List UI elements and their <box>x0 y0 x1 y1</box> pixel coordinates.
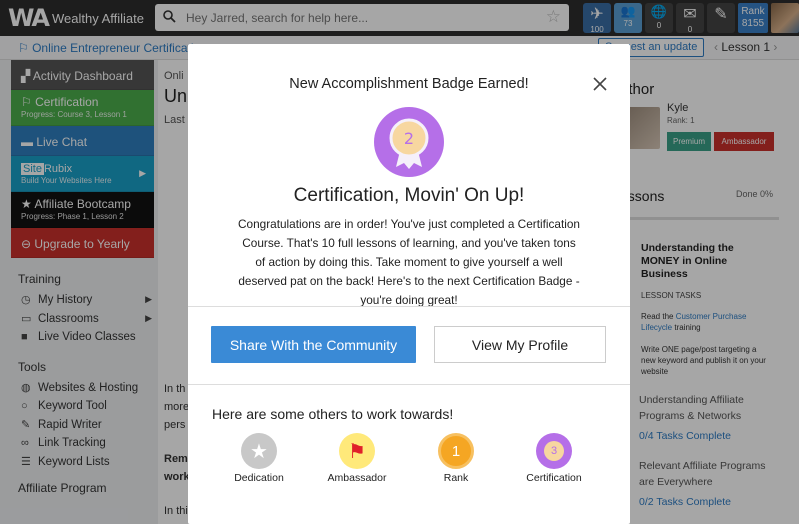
divider <box>188 306 630 307</box>
close-icon[interactable] <box>593 77 607 93</box>
badge-label: Certification <box>526 472 582 484</box>
badge-ambassador[interactable]: ⚑ Ambassador <box>317 433 397 484</box>
certification-small-badge-icon: 3 <box>536 433 572 469</box>
certification-badge-icon: 2 <box>374 107 444 177</box>
badge-rank[interactable]: 1 Rank <box>416 433 496 484</box>
badge-description: Congratulations are in order! You've jus… <box>238 217 580 307</box>
view-profile-button[interactable]: View My Profile <box>434 326 606 363</box>
ambassador-badge-icon: ⚑ <box>339 433 375 469</box>
badge-modal: New Accomplishment Badge Earned! 2 Certi… <box>188 44 630 524</box>
divider <box>188 384 630 385</box>
badge-certification[interactable]: 3 Certification <box>514 433 594 484</box>
badge-number: 2 <box>404 129 414 148</box>
others-title: Here are some others to work towards! <box>212 406 454 422</box>
badge-label: Rank <box>443 472 469 484</box>
badge-title: Certification, Movin' On Up! <box>293 185 525 206</box>
badge-label: Dedication <box>234 472 284 484</box>
badge-dedication[interactable]: ★ Dedication <box>219 433 299 484</box>
share-button[interactable]: Share With the Community <box>211 326 416 363</box>
badge-label: Ambassador <box>327 472 387 484</box>
rank-badge-icon: 1 <box>438 433 474 469</box>
dedication-badge-icon: ★ <box>241 433 277 469</box>
certification-small-number: 3 <box>544 441 564 461</box>
modal-heading: New Accomplishment Badge Earned! <box>289 76 529 92</box>
